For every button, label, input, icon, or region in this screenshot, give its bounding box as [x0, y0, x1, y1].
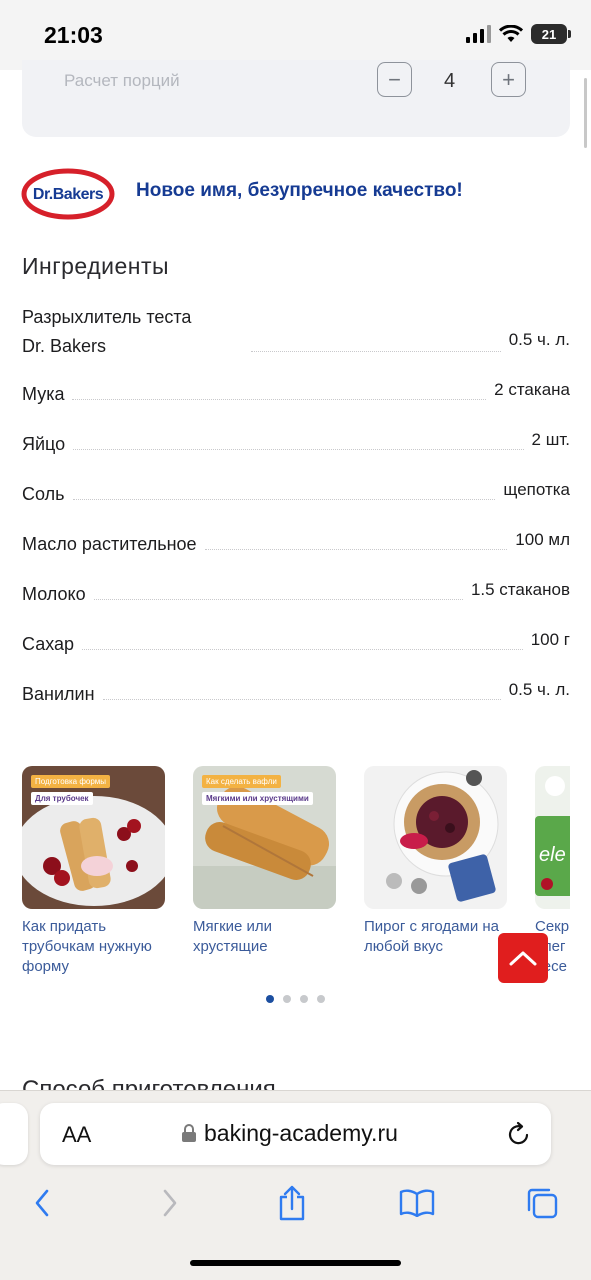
article-image[interactable]: ele	[535, 766, 570, 909]
bookmarks-button[interactable]	[397, 1183, 437, 1223]
ingredient-name: Соль	[22, 484, 65, 504]
ingredient-name: Разрыхлитель теста Dr. Bakers	[22, 307, 192, 356]
home-indicator[interactable]	[190, 1260, 401, 1266]
svg-text:Dr.Bakers: Dr.Bakers	[33, 186, 104, 203]
tabs-button[interactable]	[522, 1183, 562, 1223]
battery-icon: 21	[531, 24, 571, 44]
article-image[interactable]: Как сделать вафли Мягкими или хрустящими	[193, 766, 336, 909]
book-icon	[399, 1189, 435, 1217]
article-tag: Подготовка формы	[31, 775, 111, 788]
browser-toolbar: AA baking-academy.ru	[0, 1090, 591, 1280]
back-button[interactable]	[22, 1183, 62, 1223]
page-scrollbar[interactable]	[584, 78, 587, 148]
svg-text:ele: ele	[539, 844, 566, 866]
share-icon	[279, 1185, 305, 1221]
reload-icon[interactable]	[507, 1121, 531, 1147]
lock-icon	[182, 1124, 196, 1142]
ingredient-leader	[204, 549, 508, 550]
article-image[interactable]: Подготовка формы Для трубочек	[22, 766, 165, 909]
carousel-dot[interactable]	[266, 995, 274, 1003]
ingredient-leader	[93, 599, 463, 600]
portions-value: 4	[444, 70, 456, 92]
forward-button[interactable]	[150, 1183, 190, 1223]
ingredient-qty: щепотка	[503, 480, 570, 499]
ingredient-row: Масло растительное 100 мл	[22, 530, 570, 559]
ingredient-name: Сахар	[22, 634, 75, 654]
article-caption[interactable]: Как придать трубочкам нужную форму	[22, 917, 165, 977]
status-time: 21:03	[44, 22, 103, 48]
address-bar[interactable]: AA baking-academy.ru	[40, 1103, 551, 1165]
brand-slogan[interactable]: Новое имя, безупречное качество!	[136, 180, 463, 202]
ingredient-name: Яйцо	[22, 434, 66, 454]
article-subtag: Для трубочек	[31, 792, 93, 805]
chevron-left-icon	[35, 1189, 49, 1217]
ingredient-row: Яйцо 2 шт.	[22, 430, 570, 459]
article-tag: Как сделать вафли	[202, 775, 281, 788]
ingredient-name: Ванилин	[22, 684, 95, 704]
ingredient-row: Ванилин 0.5 ч. л.	[22, 680, 570, 709]
article-caption[interactable]: Пирог с ягодами на любой вкус	[364, 917, 507, 957]
carousel-dot[interactable]	[283, 995, 291, 1003]
status-icons: 21	[466, 24, 571, 44]
ingredient-name: Молоко	[22, 584, 86, 604]
ingredient-leader	[72, 399, 487, 400]
dr-bakers-logo[interactable]: Dr.Bakers	[21, 168, 115, 220]
ingredient-row: Молоко 1.5 стаканов	[22, 580, 570, 609]
ingredient-qty: 0.5 ч. л.	[508, 330, 570, 349]
article-card[interactable]: Подготовка формы Для трубочек Как придат…	[22, 766, 165, 977]
article-caption[interactable]: Мягкие или хрустящие	[193, 917, 336, 957]
ingredient-qty: 100 мл	[515, 530, 570, 549]
carousel-pagination	[266, 995, 325, 1003]
ingredient-leader	[73, 449, 524, 450]
article-card[interactable]: Пирог с ягодами на любой вкус	[364, 766, 507, 957]
ingredient-qty: 0.5 ч. л.	[508, 680, 570, 699]
article-subtag: Мягкими или хрустящими	[202, 792, 313, 805]
ingredient-row: Соль щепотка	[22, 480, 570, 509]
previous-tab-peek[interactable]	[0, 1103, 28, 1165]
scroll-to-top-button[interactable]	[498, 933, 548, 983]
carousel-dot[interactable]	[317, 995, 325, 1003]
article-image[interactable]	[364, 766, 507, 909]
ingredient-leader	[82, 649, 523, 650]
ingredient-leader	[102, 699, 501, 700]
portions-label: Расчет порций	[64, 71, 180, 90]
tabs-icon	[527, 1188, 558, 1219]
increase-portions-button[interactable]: +	[491, 62, 526, 97]
wifi-icon	[499, 25, 523, 42]
ingredient-name: Масло растительное	[22, 534, 197, 554]
article-card[interactable]: Как сделать вафли Мягкими или хрустящими…	[193, 766, 336, 957]
cellular-signal-icon	[466, 25, 491, 43]
ingredient-qty: 100 г	[530, 630, 570, 649]
ingredient-leader	[72, 499, 496, 500]
ingredients-title: Ингредиенты	[22, 253, 170, 279]
related-articles-carousel[interactable]: Подготовка формы Для трубочек Как придат…	[22, 766, 570, 996]
ingredient-name: Мука	[22, 384, 65, 404]
ingredient-row: Сахар 100 г	[22, 630, 570, 659]
ingredient-qty: 2 стакана	[494, 380, 570, 399]
url-text[interactable]: baking-academy.ru	[204, 1120, 398, 1147]
chevron-up-icon	[509, 951, 537, 966]
carousel-dot[interactable]	[300, 995, 308, 1003]
ingredient-qty: 1.5 стаканов	[470, 580, 570, 599]
portions-calculator: Расчет порций − 4 +	[22, 60, 570, 137]
decrease-portions-button[interactable]: −	[377, 62, 412, 97]
browser-nav-row	[0, 1183, 591, 1223]
chevron-right-icon	[163, 1189, 177, 1217]
ingredient-leader	[251, 351, 501, 352]
ingredient-qty: 2 шт.	[531, 430, 570, 449]
share-button[interactable]	[272, 1183, 312, 1223]
ingredient-row: Разрыхлитель теста Dr. Bakers 0.5 ч. л.	[22, 303, 570, 361]
ingredient-row: Мука 2 стакана	[22, 380, 570, 409]
reader-options-button[interactable]: AA	[62, 1122, 91, 1148]
